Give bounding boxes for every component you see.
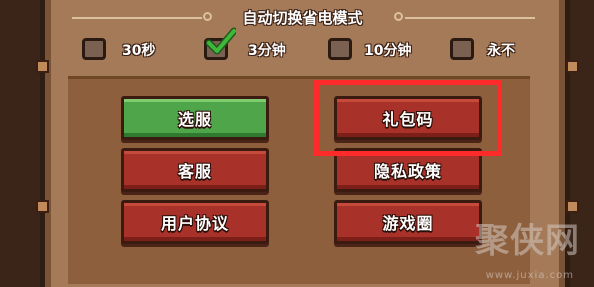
check-mark-icon (206, 27, 236, 55)
power-saving-title: 自动切换省电模式 (242, 9, 363, 27)
game-circle-button[interactable]: 游戏圈 (334, 200, 482, 244)
checkbox-30s[interactable] (82, 38, 106, 60)
select-server-button[interactable]: 选服 (121, 96, 269, 140)
header-divider-left (72, 17, 202, 19)
customer-service-button[interactable]: 客服 (121, 148, 269, 192)
option-label-never: 永不 (487, 43, 515, 59)
option-label-3min: 3分钟 (248, 43, 286, 59)
checkbox-never[interactable] (450, 38, 474, 60)
frame-stud-left-top (36, 60, 49, 73)
option-30s[interactable]: 30秒 (82, 37, 162, 63)
select-server-label: 选服 (177, 110, 212, 129)
frame-stud-left-bottom (36, 200, 49, 213)
privacy-policy-label: 隐私政策 (373, 162, 442, 181)
option-3min[interactable]: 3分钟 (204, 27, 304, 63)
user-agreement-label: 用户协议 (160, 214, 229, 233)
watermark-url: www.juxia.com (485, 270, 574, 281)
watermark-text: 聚侠网 (475, 221, 580, 261)
frame-stud-right-top (566, 60, 579, 73)
header-ornament-left (203, 12, 212, 21)
option-never[interactable]: 永不 (450, 37, 540, 63)
checkbox-10min[interactable] (328, 38, 352, 60)
watermark: 聚侠网 www.juxia.com (475, 211, 586, 281)
option-10min[interactable]: 10分钟 (328, 37, 438, 63)
option-label-30s: 30秒 (122, 43, 156, 59)
option-label-10min: 10分钟 (364, 43, 412, 59)
game-circle-label: 游戏圈 (382, 214, 434, 233)
header-divider-right (405, 17, 535, 19)
gift-code-highlight-box (314, 80, 502, 156)
header-ornament-right (394, 12, 403, 21)
user-agreement-button[interactable]: 用户协议 (121, 200, 269, 244)
customer-service-label: 客服 (177, 162, 212, 181)
